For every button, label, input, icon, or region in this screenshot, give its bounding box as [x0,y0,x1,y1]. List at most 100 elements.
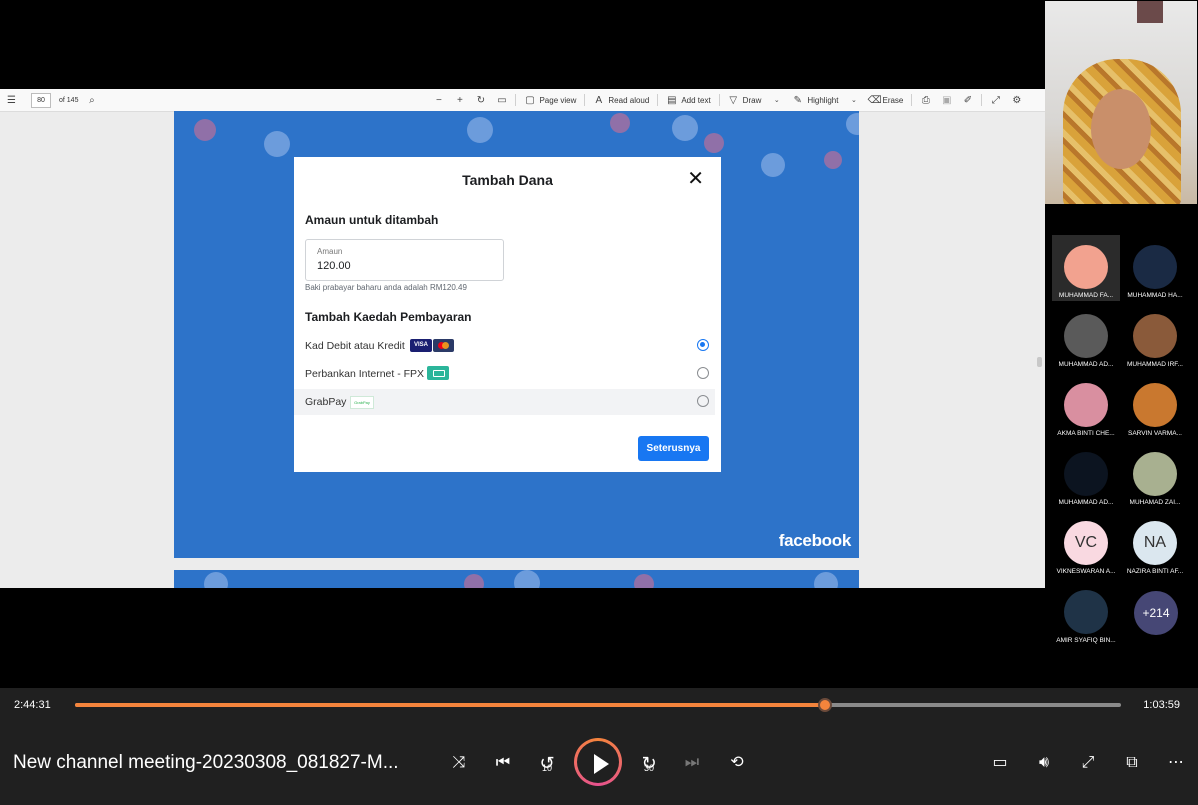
participant-name: MUHAMMAD IRF... [1127,361,1183,368]
participant-tile[interactable]: VC VIKNESWARAN A... [1052,511,1120,577]
avatar: NA [1133,521,1177,565]
draw-label: Draw [742,95,762,105]
seek-bar[interactable] [75,698,1121,712]
highlight-label: Highlight [807,95,839,105]
radio-button-selected[interactable] [697,339,709,351]
close-icon[interactable]: ✕ [687,169,704,189]
participant-name: VIKNESWARAN A... [1056,568,1116,575]
page-view-button[interactable]: ▢ Page view [524,95,576,106]
reaction-heart-icon [634,574,654,588]
save-as-icon[interactable]: ✐ [962,95,973,106]
participant-tile[interactable]: MUHAMMAD HA... [1121,235,1189,301]
participant-tile[interactable]: MUHAMAD ZAI... [1121,442,1189,508]
skip-forward-seconds: 30 [643,763,654,773]
next-button[interactable]: Seterusnya [638,436,709,461]
previous-icon[interactable]: ⏮ [491,751,515,775]
repeat-off-icon[interactable]: ⟲ [725,751,749,775]
settings-gear-icon[interactable]: ⚙ [1011,95,1022,106]
next-track-icon[interactable]: ⏭ [680,751,704,775]
payment-option-label: Perbankan Internet - FPX [305,368,425,380]
avatar [1064,383,1108,427]
add-text-button[interactable]: ▤ Add text [666,95,711,106]
page-number-input[interactable]: 80 [31,92,51,108]
search-icon[interactable]: ⌕ [86,95,97,106]
reaction-heart-icon [464,574,484,588]
payment-option-label: Kad Debit atau Kredit [305,340,405,352]
participant-name: MUHAMAD ZAI... [1129,499,1181,506]
avatar [1133,383,1177,427]
avatar [1064,314,1108,358]
more-options-icon[interactable]: ⋯ [1164,751,1188,775]
zoom-out-icon[interactable]: − [433,95,444,106]
participant-name: MUHAMMAD AD... [1058,499,1114,506]
zoom-in-icon[interactable]: + [454,95,465,106]
reaction-heart-icon [824,151,842,169]
speaker-face [1091,89,1151,169]
contents-icon[interactable]: ☰ [6,95,17,106]
radio-button[interactable] [697,367,709,379]
payment-option-grabpay[interactable]: GrabPay GrabPay [294,389,715,415]
seek-bar-thumb[interactable] [817,698,832,712]
avatar [1064,452,1108,496]
fullscreen-icon[interactable]: ⤢ [990,95,1001,106]
reaction-heart-icon [194,119,216,141]
more-participants-button[interactable]: +214 [1134,591,1178,635]
payment-option-label: GrabPay [305,396,347,408]
save-icon[interactable]: ▣ [941,95,952,106]
participant-tile[interactable]: NA NAZIRA BINTI AF... [1121,511,1189,577]
skip-forward-button[interactable]: ↻ 30 [637,751,661,775]
amount-field-value: 120.00 [317,260,351,272]
reaction-like-icon [814,572,838,588]
avatar-initials: VC [1074,534,1098,551]
participant-tile[interactable]: AKMA BINTI CHE... [1052,373,1120,439]
play-icon [594,754,609,774]
erase-label: Erase [882,95,904,105]
separator [584,94,586,106]
participant-tile[interactable]: MUHAMMAD IRF... [1121,304,1189,370]
reaction-heart-icon [704,133,724,153]
visa-logo-icon: VISA [410,339,432,352]
dialog-title: Tambah Dana [462,172,553,188]
amount-field[interactable]: Amaun 120.00 [305,239,504,281]
pdf-viewer: ☰ 80 of 145 ⌕ − + ↻ ▭ ▢ Page view A Read… [0,89,1045,588]
volume-icon[interactable]: 🔊︎ [1032,751,1056,775]
mini-player-icon[interactable]: ⧉ [1120,751,1144,775]
eraser-icon: ⌫ [867,94,882,106]
participant-tile[interactable]: MUHAMMAD AD... [1052,304,1120,370]
rotate-icon[interactable]: ↻ [475,95,486,106]
reaction-like-icon [264,131,290,157]
read-aloud-button[interactable]: A Read aloud [593,95,650,106]
pdf-scrollbar[interactable] [1037,113,1043,585]
highlight-button[interactable]: ✎ Highlight ⌄ [792,95,859,106]
skip-back-button[interactable]: ↺ 10 [535,751,559,775]
fullscreen-icon[interactable]: ⤢ [1076,751,1100,775]
captions-icon[interactable]: ▭ [988,751,1012,775]
elapsed-time: 2:44:31 [14,699,51,711]
background-sign [1137,1,1163,23]
erase-button[interactable]: ⌫ Erase [867,95,903,106]
print-icon[interactable]: ⎙ [920,95,931,106]
participant-tile[interactable]: AMIR SYAFIQ BIN... [1052,580,1120,646]
shuffle-icon[interactable]: ⤨ [447,751,471,775]
participant-name: MUHAMMAD FA... [1058,292,1114,299]
chevron-down-icon[interactable]: ⌄ [848,95,859,106]
payment-option-card[interactable]: Kad Debit atau Kredit VISA [294,333,721,359]
draw-button[interactable]: ▽ Draw ⌄ [728,95,783,106]
avatar [1064,245,1108,289]
participant-tile[interactable]: SARVIN VARMA... [1121,373,1189,439]
radio-button[interactable] [697,395,709,407]
remaining-time: 1:03:59 [1143,699,1180,711]
participant-name: AMIR SYAFIQ BIN... [1056,637,1116,644]
participant-tile[interactable]: MUHAMMAD AD... [1052,442,1120,508]
participant-tile[interactable]: MUHAMMAD FA... [1052,235,1120,301]
reaction-like-icon [204,572,228,588]
fit-page-icon[interactable]: ▭ [496,95,507,106]
payment-option-fpx[interactable]: Perbankan Internet - FPX [294,361,721,387]
pdf-scrollbar-thumb[interactable] [1037,357,1042,367]
participant-name: MUHAMMAD HA... [1127,292,1183,299]
play-button[interactable] [574,738,622,786]
chevron-down-icon[interactable]: ⌄ [771,95,782,106]
participant-name: MUHAMMAD AD... [1058,361,1114,368]
avatar [1133,314,1177,358]
separator [718,94,720,106]
